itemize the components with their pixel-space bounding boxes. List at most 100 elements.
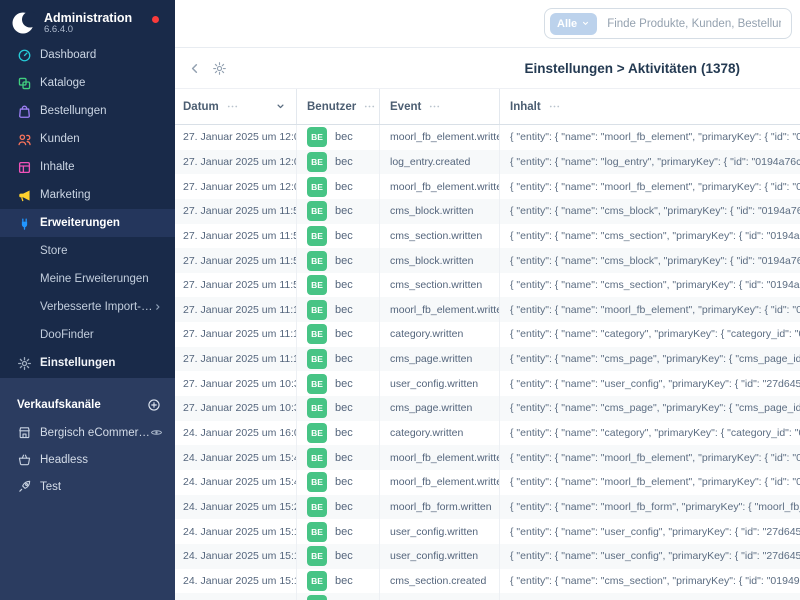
user-name: bec	[335, 526, 353, 538]
sales-channels-header: Verkaufskanäle	[0, 391, 175, 419]
table-row[interactable]: 24. Januar 2025 um 16:00BEbeccategory.wr…	[175, 421, 800, 446]
global-search[interactable]: Alle	[544, 8, 792, 39]
user-name: bec	[335, 378, 353, 390]
sidebar-item-dashboard[interactable]: Dashboard	[0, 41, 175, 69]
cell-date: 27. Januar 2025 um 11:13	[175, 322, 297, 347]
table-row[interactable]: 27. Januar 2025 um 11:56BEbeccms_section…	[175, 224, 800, 249]
notification-dot[interactable]	[152, 16, 159, 23]
sidebar-item-kataloge[interactable]: Kataloge	[0, 69, 175, 97]
sidebar-item-erweiterungen[interactable]: Erweiterungen	[0, 209, 175, 237]
cell-content: { "entity": { "name": "category", "prima…	[500, 322, 800, 347]
cell-date: 24. Januar 2025 um 15:02	[175, 593, 297, 600]
table-row[interactable]: 24. Januar 2025 um 15:18BEbeccms_section…	[175, 569, 800, 594]
sidebar-item-store[interactable]: Store	[0, 237, 175, 265]
sidebar-item-verbesserte-import-export[interactable]: Verbesserte Import-, Export...	[0, 293, 175, 321]
cell-content: { "entity": { "name": "log_entry", "prim…	[500, 150, 800, 175]
sidebar-item-inhalte[interactable]: Inhalte	[0, 153, 175, 181]
table-row[interactable]: 27. Januar 2025 um 10:36BEbecuser_config…	[175, 371, 800, 396]
search-filter-pill[interactable]: Alle	[550, 13, 597, 35]
table-row[interactable]: 27. Januar 2025 um 10:30BEbeccms_page.wr…	[175, 396, 800, 421]
user-avatar-badge: BE	[307, 571, 327, 591]
cell-user: BEbec	[297, 297, 380, 322]
cell-date: 27. Januar 2025 um 11:16	[175, 297, 297, 322]
cell-date: 27. Januar 2025 um 11:56	[175, 224, 297, 249]
eye-icon[interactable]	[150, 426, 163, 439]
cell-date: 24. Januar 2025 um 15:43	[175, 470, 297, 495]
table-row[interactable]: 27. Januar 2025 um 11:56BEbeccms_block.w…	[175, 199, 800, 224]
sidebar-item-einstellungen[interactable]: Einstellungen	[0, 349, 175, 377]
settings-icon	[17, 356, 32, 371]
table-row[interactable]: 27. Januar 2025 um 12:02BEbeclog_entry.c…	[175, 150, 800, 175]
table-row[interactable]: 27. Januar 2025 um 11:56BEbeccms_section…	[175, 273, 800, 298]
search-input[interactable]	[605, 17, 783, 31]
sales-channels-list: Bergisch eCommerce G... Headless Test	[0, 419, 175, 500]
topbar: Alle	[175, 0, 800, 48]
cell-date: 24. Januar 2025 um 15:44	[175, 445, 297, 470]
sidebar-item-marketing[interactable]: Marketing	[0, 181, 175, 209]
cell-event: user_config.written	[380, 519, 500, 544]
sales-channel-label: Headless	[40, 454, 88, 466]
table-row[interactable]: 24. Januar 2025 um 15:02BEbeccms_section…	[175, 593, 800, 600]
table-header: DatumBenutzerEventInhalt	[175, 88, 800, 125]
cell-event: cms_section.written	[380, 224, 500, 249]
back-button[interactable]	[187, 61, 202, 76]
user-name: bec	[335, 156, 353, 168]
cell-date: 27. Januar 2025 um 10:30	[175, 396, 297, 421]
cell-user: BEbec	[297, 544, 380, 569]
sidebar-item-meine-erweiterungen[interactable]: Meine Erweiterungen	[0, 265, 175, 293]
app-version: 6.6.4.0	[44, 25, 132, 36]
sales-channel-test[interactable]: Test	[0, 473, 175, 500]
cell-user: BEbec	[297, 150, 380, 175]
cell-user: BEbec	[297, 470, 380, 495]
gear-icon[interactable]	[212, 61, 227, 76]
user-name: bec	[335, 304, 353, 316]
cell-date: 24. Januar 2025 um 15:18	[175, 519, 297, 544]
user-name: bec	[335, 181, 353, 193]
sidebar-item-label: Meine Erweiterungen	[40, 273, 149, 285]
table-row[interactable]: 27. Januar 2025 um 12:00BEbecmoorl_fb_el…	[175, 174, 800, 199]
table-row[interactable]: 27. Januar 2025 um 12:03BEbecmoorl_fb_el…	[175, 125, 800, 150]
table-row[interactable]: 27. Januar 2025 um 11:10BEbeccms_page.wr…	[175, 347, 800, 372]
user-avatar-badge: BE	[307, 398, 327, 418]
sales-channel-headless[interactable]: Headless	[0, 446, 175, 473]
cell-user: BEbec	[297, 224, 380, 249]
user-name: bec	[335, 452, 353, 464]
add-sales-channel-button[interactable]	[147, 398, 161, 412]
sidebar-item-label: Marketing	[40, 189, 91, 201]
column-header-datum[interactable]: Datum	[175, 89, 297, 124]
context-menu-icon[interactable]	[363, 100, 376, 113]
cell-event: cms_page.written	[380, 347, 500, 372]
table-row[interactable]: 24. Januar 2025 um 15:44BEbecmoorl_fb_el…	[175, 445, 800, 470]
cell-date: 24. Januar 2025 um 16:00	[175, 421, 297, 446]
cell-event: user_config.written	[380, 371, 500, 396]
table-row[interactable]: 24. Januar 2025 um 15:24BEbecmoorl_fb_fo…	[175, 495, 800, 520]
column-header-benutzer[interactable]: Benutzer	[297, 89, 380, 124]
cell-user: BEbec	[297, 371, 380, 396]
column-header-inhalt[interactable]: Inhalt	[500, 89, 800, 124]
table-row[interactable]: 27. Januar 2025 um 11:16BEbecmoorl_fb_el…	[175, 297, 800, 322]
cell-content: { "entity": { "name": "cms_block", "prim…	[500, 199, 800, 224]
cell-content: { "entity": { "name": "cms_page", "prima…	[500, 347, 800, 372]
smartbar: Einstellungen > Aktivitäten (1378)	[175, 48, 800, 88]
sidebar-item-label: Erweiterungen	[40, 217, 120, 229]
cell-content: { "entity": { "name": "cms_block", "prim…	[500, 248, 800, 273]
context-menu-icon[interactable]	[428, 100, 441, 113]
context-menu-icon[interactable]	[226, 100, 239, 113]
context-menu-icon[interactable]	[548, 100, 561, 113]
sidebar-item-doofinder[interactable]: DooFinder	[0, 321, 175, 349]
table-row[interactable]: 27. Januar 2025 um 11:56BEbeccms_block.w…	[175, 248, 800, 273]
user-avatar-badge: BE	[307, 423, 327, 443]
table-row[interactable]: 24. Januar 2025 um 15:43BEbecmoorl_fb_el…	[175, 470, 800, 495]
user-name: bec	[335, 230, 353, 242]
chevron-down-icon[interactable]	[275, 101, 286, 112]
column-header-event[interactable]: Event	[380, 89, 500, 124]
table-row[interactable]: 27. Januar 2025 um 11:13BEbeccategory.wr…	[175, 322, 800, 347]
table-row[interactable]: 24. Januar 2025 um 15:18BEbecuser_config…	[175, 519, 800, 544]
sidebar-item-bestellungen[interactable]: Bestellungen	[0, 97, 175, 125]
admin-app: Administration 6.6.4.0 DashboardKataloge…	[0, 0, 800, 600]
sidebar-item-kunden[interactable]: Kunden	[0, 125, 175, 153]
cell-date: 27. Januar 2025 um 12:02	[175, 150, 297, 175]
user-name: bec	[335, 501, 353, 513]
table-row[interactable]: 24. Januar 2025 um 15:18BEbecuser_config…	[175, 544, 800, 569]
sales-channel-bergisch-ecommerce-g[interactable]: Bergisch eCommerce G...	[0, 419, 175, 446]
